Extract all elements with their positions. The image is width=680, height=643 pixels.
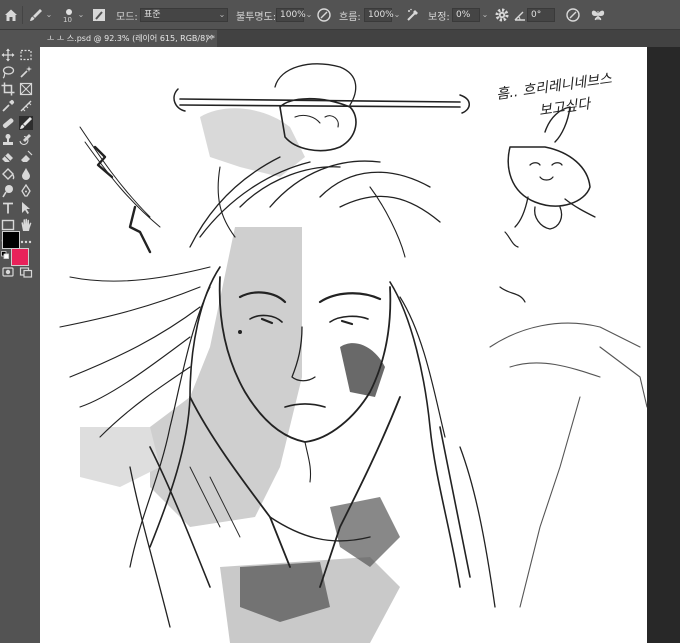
flow-input[interactable]: 100% [364,8,394,22]
smoothing-value: 0% [456,10,471,20]
sketch-artwork: 흠.. 흐리레니네브스 보고싶다 [59,63,647,643]
handwritten-note-line-2: 보고싶다 [538,96,593,119]
mode-label: 모드: [116,11,138,23]
opacity-input[interactable]: 100% [276,8,306,22]
brush-size-value: 10 [63,16,72,24]
foreground-color-swatch[interactable] [2,231,20,249]
options-separator [22,6,23,24]
handwritten-note-line-1: 흠.. 흐리레니네브스 [495,71,613,103]
gear-icon[interactable] [494,7,510,23]
history-brush-tool-icon[interactable] [19,133,33,147]
flow-value: 100% [368,10,394,20]
pressure-size-icon[interactable] [565,7,581,23]
flow-label: 흐름: [339,11,361,23]
path-selection-tool-icon[interactable] [19,201,33,215]
options-bar: ⌄ 10 ⌄ 모드: 표준 ⌄ 불투명도: 100% ⌄ 흐름: 100% ⌄ … [0,0,680,30]
type-tool-icon[interactable] [1,201,15,215]
eyedropper-tool-icon[interactable] [1,99,15,113]
clone-stamp-tool-icon[interactable] [1,133,15,147]
document-tab-title: ㅗ ㅗ 스.psd @ 92.3% (레이어 615, RGB/8) * [47,34,215,43]
hand-tool-icon[interactable] [19,218,33,232]
flow-dropdown-chevron[interactable]: ⌄ [392,10,402,20]
smoothing-label: 보정: [428,11,450,23]
screen-mode-icon[interactable] [19,265,33,279]
brush-angle-value: 0° [531,10,542,20]
opacity-value: 100% [280,10,306,20]
mode-select[interactable]: 표준 [140,8,228,22]
brush-preset-dropdown[interactable]: ⌄ [44,10,54,20]
marquee-tool-icon[interactable] [19,48,33,62]
eraser-tool-icon[interactable] [1,150,15,164]
canvas[interactable]: 흠.. 흐리레니네브스 보고싶다 [40,47,647,643]
paint-bucket-tool-icon[interactable] [1,167,15,181]
home-icon[interactable] [3,7,19,23]
background-color-swatch[interactable] [11,248,29,266]
brush-settings-panel-icon[interactable] [91,7,107,23]
document-tab[interactable]: ㅗ ㅗ 스.psd @ 92.3% (레이어 615, RGB/8) * × [40,30,217,47]
blur-tool-icon[interactable] [19,167,33,181]
default-colors-icon[interactable] [1,251,9,259]
brush-size-dropdown[interactable]: ⌄ [76,10,86,20]
brush-preset-icon[interactable] [28,7,44,23]
move-tool-icon[interactable] [1,48,15,62]
lasso-tool-icon[interactable] [1,65,15,79]
frame-measure-tool-icon[interactable] [19,99,33,113]
symmetry-butterfly-icon[interactable] [590,7,606,23]
quick-mask-icon[interactable] [1,265,15,279]
more-tools-icon[interactable] [19,235,33,249]
opacity-dropdown-chevron[interactable]: ⌄ [304,10,314,20]
document-tab-bar: ㅗ ㅗ 스.psd @ 92.3% (레이어 615, RGB/8) * × [40,30,680,47]
smoothing-input[interactable]: 0% [452,8,480,22]
brush-angle-icon [512,7,528,23]
pressure-opacity-icon[interactable] [316,7,332,23]
frame-tool-icon[interactable] [19,82,33,96]
magic-wand-tool-icon[interactable] [19,65,33,79]
close-tab-icon[interactable]: × [206,30,214,47]
dodge-tool-icon[interactable] [1,184,15,198]
brush-angle-input[interactable]: 0° [527,8,555,22]
airbrush-icon[interactable] [405,7,421,23]
brush-tool-icon[interactable] [19,116,33,130]
eraser-alt-tool-icon[interactable] [19,150,33,164]
opacity-label: 불투명도: [236,11,277,23]
mode-dropdown-chevron[interactable]: ⌄ [217,10,227,20]
smoothing-dropdown-chevron[interactable]: ⌄ [480,10,490,20]
tools-panel [0,30,40,643]
rectangle-tool-icon[interactable] [1,218,15,232]
pen-tool-icon[interactable] [19,184,33,198]
pasteboard-edge [647,47,680,643]
mode-value: 표준 [144,10,161,20]
crop-tool-icon[interactable] [1,82,15,96]
healing-brush-tool-icon[interactable] [1,116,15,130]
